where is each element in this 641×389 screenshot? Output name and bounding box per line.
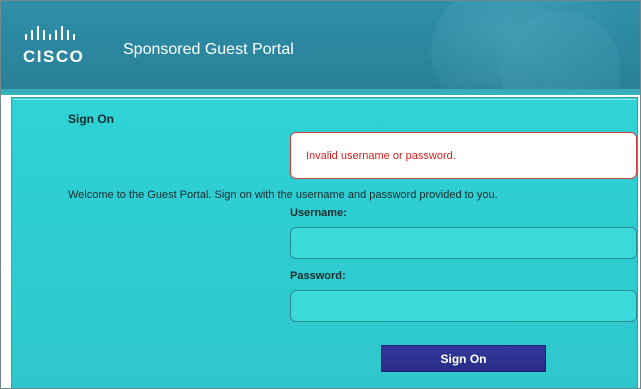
username-label: Username: xyxy=(290,207,347,219)
password-label: Password: xyxy=(290,270,346,282)
cisco-logo: CISCO xyxy=(23,25,103,71)
portal-title: Sponsored Guest Portal xyxy=(123,41,294,58)
panel-inner: Sign On Invalid username or password. We… xyxy=(13,99,637,388)
page-title: Sign On xyxy=(68,112,114,126)
logo-wordmark: CISCO xyxy=(23,47,85,66)
portal-header: CISCO Sponsored Guest Portal xyxy=(1,1,640,89)
error-alert: Invalid username or password. xyxy=(290,132,637,179)
header-band xyxy=(1,89,640,95)
password-field[interactable] xyxy=(290,290,637,322)
welcome-text: Welcome to the Guest Portal. Sign on wit… xyxy=(68,189,498,201)
sign-on-button[interactable]: Sign On xyxy=(381,345,546,372)
username-field[interactable] xyxy=(290,227,637,259)
cisco-bridge-logo-icon xyxy=(25,26,75,40)
error-message: Invalid username or password. xyxy=(306,150,456,162)
sign-on-panel: Sign On Invalid username or password. We… xyxy=(11,97,638,388)
browser-frame: CISCO Sponsored Guest Portal Sign On Inv… xyxy=(0,0,641,389)
